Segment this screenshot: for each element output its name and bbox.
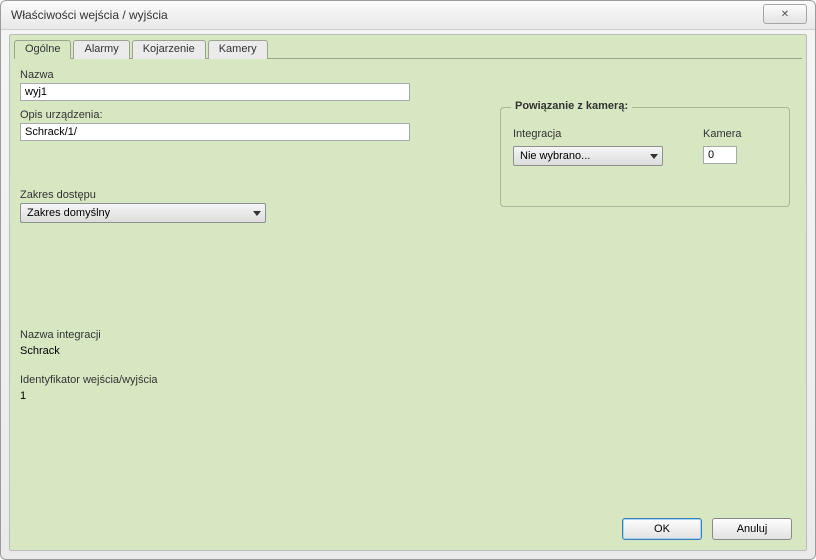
label-io-identifier: Identyfikator wejścia/wyjścia	[20, 374, 158, 386]
name-input[interactable]	[20, 83, 410, 101]
tab-cameras[interactable]: Kamery	[208, 40, 268, 59]
close-icon: ✕	[781, 9, 789, 20]
titlebar: Właściwości wejścia / wyjścia ✕	[1, 1, 815, 30]
window-title: Właściwości wejścia / wyjścia	[11, 8, 168, 22]
camera-number-input[interactable]	[703, 146, 737, 164]
tab-alarms[interactable]: Alarmy	[73, 40, 129, 59]
cancel-button[interactable]: Anuluj	[712, 518, 792, 540]
label-integration-name: Nazwa integracji	[20, 329, 101, 341]
tab-general[interactable]: Ogólne	[14, 40, 71, 59]
device-desc-input[interactable]	[20, 123, 410, 141]
tab-content-general: Nazwa Opis urządzenia: Zakres dostępu Za…	[10, 59, 806, 514]
dialog-window: Właściwości wejścia / wyjścia ✕ Ogólne A…	[0, 0, 816, 560]
client-area: Ogólne Alarmy Kojarzenie Kamery Nazwa Op…	[9, 34, 807, 551]
camera-link-legend: Powiązanie z kamerą:	[511, 100, 632, 112]
integration-combo-value: Nie wybrano...	[520, 150, 590, 162]
integration-combo[interactable]: Nie wybrano...	[513, 146, 663, 166]
label-device-desc: Opis urządzenia:	[20, 109, 410, 121]
label-access-scope: Zakres dostępu	[20, 189, 266, 201]
access-scope-value: Zakres domyślny	[27, 207, 110, 219]
label-integration: Integracja	[513, 128, 663, 140]
access-scope-combo[interactable]: Zakres domyślny	[20, 203, 266, 223]
camera-link-fieldset: Powiązanie z kamerą: Integracja Nie wybr…	[500, 107, 790, 207]
io-identifier-value: 1	[20, 390, 158, 402]
integration-name-value: Schrack	[20, 345, 101, 357]
close-button[interactable]: ✕	[763, 4, 807, 24]
dialog-buttons: OK Anuluj	[622, 518, 792, 540]
ok-button[interactable]: OK	[622, 518, 702, 540]
tab-association[interactable]: Kojarzenie	[132, 40, 206, 59]
tab-strip: Ogólne Alarmy Kojarzenie Kamery	[10, 35, 806, 58]
label-name: Nazwa	[20, 69, 410, 81]
chevron-down-icon	[253, 211, 261, 216]
chevron-down-icon	[650, 154, 658, 159]
label-camera: Kamera	[703, 128, 742, 140]
